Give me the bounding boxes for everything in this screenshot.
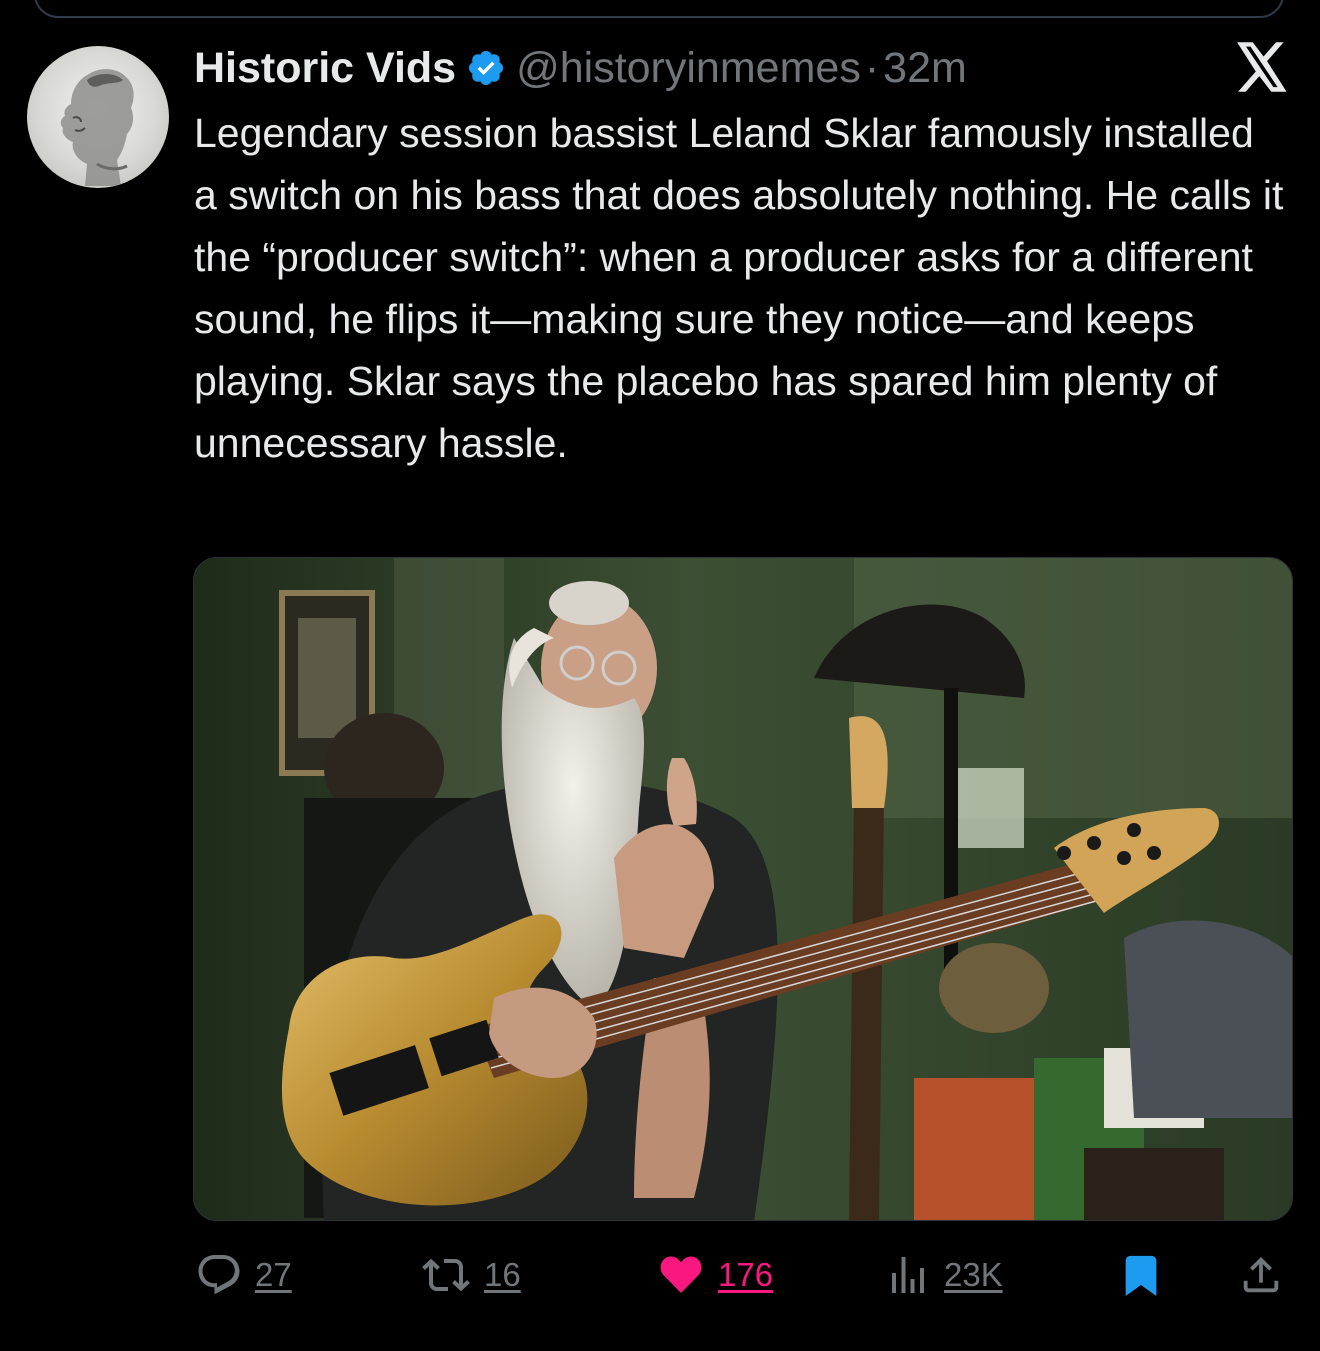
heart-filled-icon (660, 1256, 702, 1293)
repost-icon (422, 1258, 470, 1292)
reply-count: 27 (255, 1256, 292, 1293)
reply-icon (198, 1255, 240, 1295)
bookmark-filled-icon[interactable] (1118, 1251, 1164, 1299)
tweet-header: Historic Vids @historyinmemes · 32m (194, 36, 967, 100)
views-chart-icon (892, 1257, 924, 1293)
post-time[interactable]: 32m (883, 44, 967, 93)
previous-card-edge (34, 0, 1284, 18)
tweet-text: Legendary session bassist Leland Sklar f… (194, 110, 1284, 466)
x-logo-icon (1237, 42, 1287, 92)
repost-button[interactable]: 16 (420, 1245, 521, 1305)
share-icon[interactable] (1238, 1251, 1284, 1299)
like-button[interactable]: 176 (656, 1245, 773, 1305)
like-count: 176 (718, 1256, 774, 1293)
author-name[interactable]: Historic Vids (194, 44, 456, 93)
reply-button[interactable]: 27 (195, 1245, 292, 1305)
tweet-media-image[interactable] (193, 557, 1293, 1221)
repost-count: 16 (484, 1256, 521, 1293)
separator-dot: · (864, 43, 880, 92)
verified-badge-icon (468, 50, 504, 86)
author-handle[interactable]: @historyinmemes (516, 44, 861, 93)
action-bar: 27 16 176 23K (0, 1245, 1320, 1305)
author-avatar[interactable] (27, 46, 169, 188)
views-button[interactable]: 23K (884, 1245, 1003, 1305)
view-count: 23K (944, 1256, 1003, 1293)
